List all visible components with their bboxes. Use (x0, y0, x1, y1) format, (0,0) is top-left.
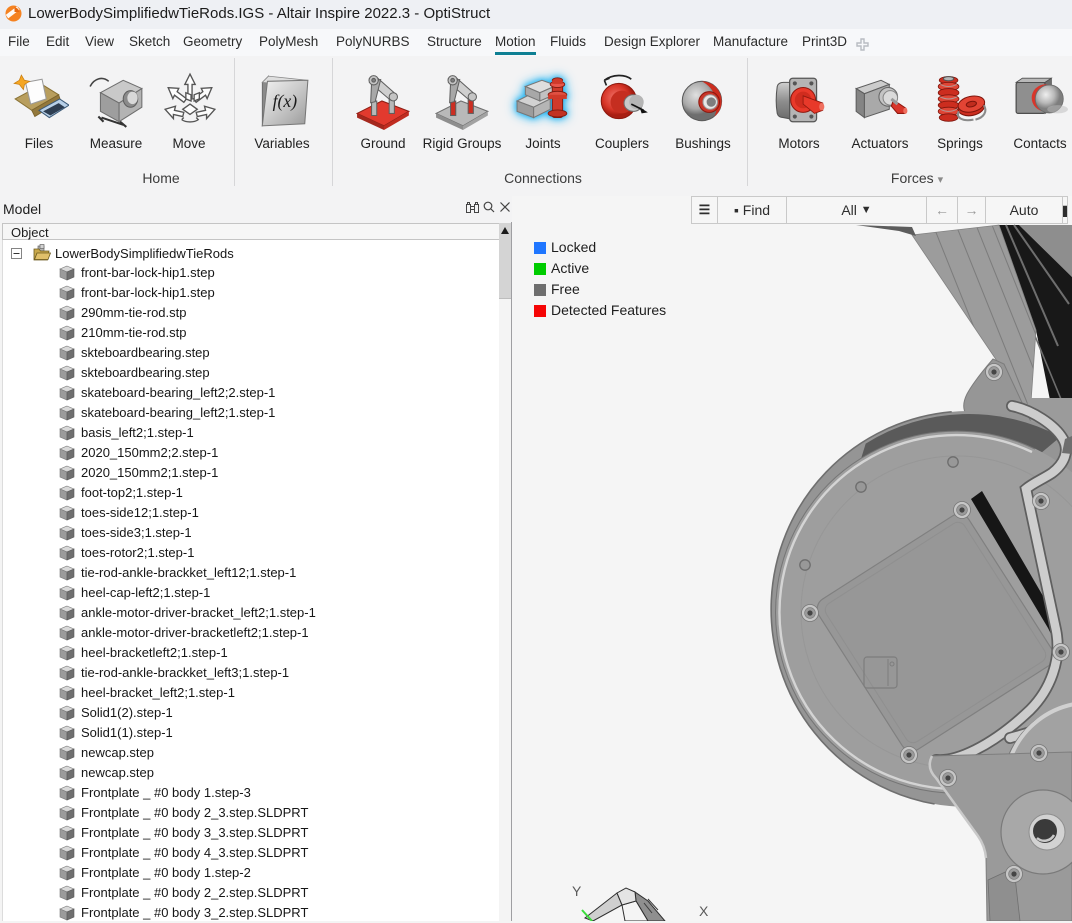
svg-text:f(x): f(x) (273, 91, 298, 111)
